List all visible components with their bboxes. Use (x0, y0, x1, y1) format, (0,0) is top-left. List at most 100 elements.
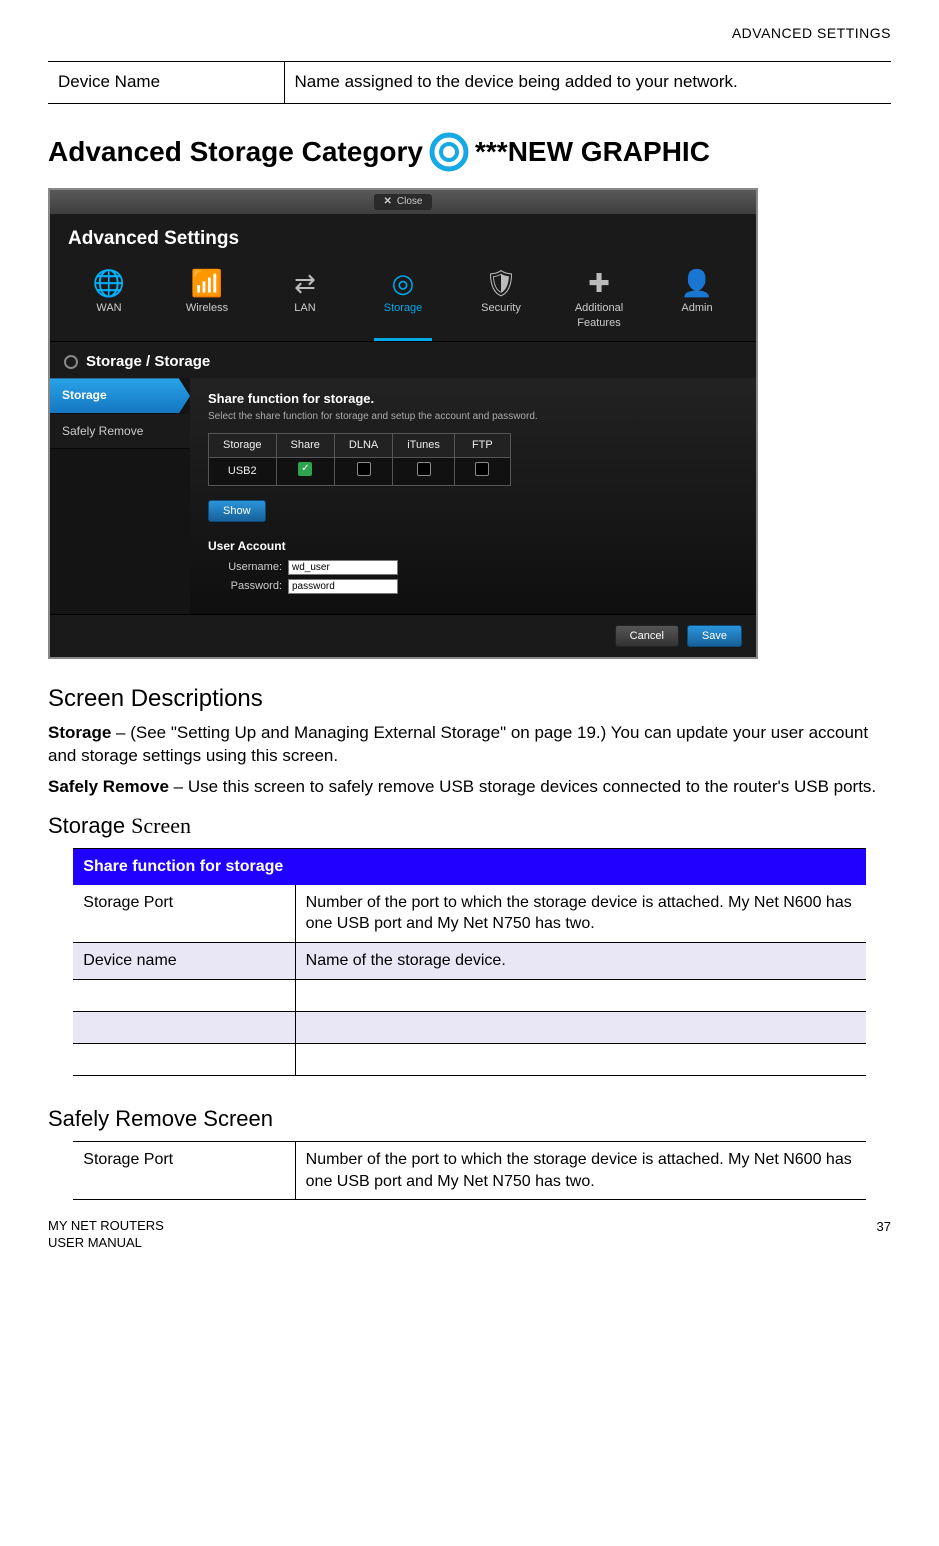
checkbox-icon (357, 462, 371, 476)
empty-cell (295, 1043, 866, 1075)
nav-label: WAN (96, 302, 121, 314)
def-desc: Name assigned to the device being added … (284, 61, 891, 103)
ui-sidebar: Storage Safely Remove (50, 378, 190, 614)
checkbox-icon (417, 462, 431, 476)
col-share: Share (276, 434, 334, 458)
col-itunes: iTunes (393, 434, 455, 458)
nav-label: Security (481, 302, 521, 314)
panel-heading: Share function for storage. (208, 390, 738, 408)
blue-table-header: Share function for storage (73, 849, 865, 885)
ui-main-panel: Share function for storage. Select the s… (190, 378, 756, 614)
share-row: USB2 (209, 458, 511, 486)
shield-icon: 🛡 (454, 269, 548, 297)
nav-wan[interactable]: 🌐 WAN (60, 263, 158, 341)
storage-bold: Storage (48, 723, 111, 742)
close-label: Close (397, 195, 423, 209)
ring-icon (64, 355, 78, 369)
storage-screen-a: Storage (48, 813, 131, 838)
lan-icon: ⇄ (258, 269, 352, 297)
page-footer: MY NET ROUTERS USER MANUAL 37 (48, 1218, 891, 1252)
nav-label: Additional Features (575, 302, 623, 329)
username-field[interactable] (288, 560, 398, 575)
col-storage: Storage (209, 434, 277, 458)
nav-lan[interactable]: ⇄ LAN (256, 263, 354, 341)
safely-bold: Safely Remove (48, 777, 169, 796)
person-icon: 👤 (650, 269, 744, 297)
screen-descriptions-heading: Screen Descriptions (48, 683, 891, 715)
col-ftp: FTP (454, 434, 510, 458)
heading-text-right: ***NEW GRAPHIC (475, 133, 710, 171)
nav-label: Storage (384, 302, 423, 314)
storage-description: Storage – (See "Setting Up and Managing … (48, 722, 891, 768)
nav-security[interactable]: 🛡 Security (452, 263, 550, 341)
storage-screen-heading: Storage Screen (48, 811, 891, 841)
cell-storage-name: USB2 (209, 458, 277, 486)
nav-storage[interactable]: ◎ Storage (354, 263, 452, 341)
panel-subtext: Select the share function for storage an… (208, 410, 738, 424)
ui-topbar: ✕ Close (50, 190, 756, 214)
heading-text-left: Advanced Storage Category (48, 133, 423, 171)
wifi-icon: 📶 (160, 269, 254, 297)
safely-remove-description: Safely Remove – Use this screen to safel… (48, 776, 891, 799)
cancel-button[interactable]: Cancel (615, 625, 679, 647)
def-desc: Name of the storage device. (295, 943, 866, 980)
nav-additional-features[interactable]: ✚ Additional Features (550, 263, 648, 341)
def-term: Device Name (48, 61, 284, 103)
def-term: Storage Port (73, 885, 295, 943)
cell-dlna-checkbox[interactable] (334, 458, 392, 486)
save-button[interactable]: Save (687, 625, 742, 647)
nav-admin[interactable]: 👤 Admin (648, 263, 746, 341)
footer-title: MY NET ROUTERS (48, 1218, 164, 1235)
checkbox-icon (475, 462, 489, 476)
share-table: Storage Share DLNA iTunes FTP USB2 (208, 433, 511, 486)
globe-icon: 🌐 (62, 269, 156, 297)
share-function-definition-table: Share function for storage Storage Port … (73, 848, 865, 1075)
def-term: Storage Port (73, 1142, 295, 1200)
nav-label: Wireless (186, 302, 228, 314)
sidebar-item-storage[interactable]: Storage (50, 378, 190, 413)
close-button[interactable]: ✕ Close (374, 194, 433, 210)
empty-cell (73, 1043, 295, 1075)
close-icon: ✕ (384, 195, 392, 209)
safely-remove-screen-heading: Safely Remove Screen (48, 1104, 891, 1134)
show-button[interactable]: Show (208, 500, 266, 522)
checkbox-checked-icon (298, 462, 312, 476)
empty-cell (73, 1011, 295, 1043)
safely-remove-definition-table: Storage Port Number of the port to which… (73, 1141, 865, 1200)
device-name-definition-table: Device Name Name assigned to the device … (48, 61, 891, 104)
password-label: Password: (208, 579, 282, 594)
nav-label: LAN (294, 302, 315, 314)
disc-icon: ◎ (356, 269, 450, 297)
empty-cell (295, 1011, 866, 1043)
username-label: Username: (208, 560, 282, 575)
nav-wireless[interactable]: 📶 Wireless (158, 263, 256, 341)
page-number: 37 (877, 1218, 891, 1252)
def-desc: Number of the port to which the storage … (295, 1142, 866, 1200)
password-field[interactable] (288, 579, 398, 594)
col-dlna: DLNA (334, 434, 392, 458)
def-desc: Number of the port to which the storage … (295, 885, 866, 943)
storage-target-icon (429, 132, 469, 172)
embedded-ui-screenshot: ✕ Close Advanced Settings 🌐 WAN 📶 Wireless… (48, 188, 758, 660)
section-heading: Advanced Storage Category ***NEW GRAPHIC (48, 132, 891, 172)
footer-subtitle: USER MANUAL (48, 1235, 164, 1252)
header-section-label: ADVANCED SETTINGS (48, 24, 891, 43)
cell-share-checkbox[interactable] (276, 458, 334, 486)
cell-ftp-checkbox[interactable] (454, 458, 510, 486)
ui-nav: 🌐 WAN 📶 Wireless ⇄ LAN ◎ Storage 🛡 Security ✚… (50, 255, 756, 341)
breadcrumb-text: Storage / Storage (86, 352, 210, 372)
storage-screen-b: Screen (131, 813, 191, 838)
user-account-title: User Account (208, 538, 738, 554)
empty-cell (295, 979, 866, 1011)
def-term: Device name (73, 943, 295, 980)
empty-cell (73, 979, 295, 1011)
storage-text: – (See "Setting Up and Managing External… (48, 723, 868, 765)
ui-breadcrumb: Storage / Storage (50, 342, 756, 378)
cell-itunes-checkbox[interactable] (393, 458, 455, 486)
safely-text: – Use this screen to safely remove USB s… (169, 777, 876, 796)
plus-icon: ✚ (552, 269, 646, 297)
ui-window-title: Advanced Settings (50, 214, 756, 256)
sidebar-item-safely-remove[interactable]: Safely Remove (50, 414, 190, 449)
ui-footer: Cancel Save (50, 614, 756, 657)
nav-label: Admin (681, 302, 712, 314)
